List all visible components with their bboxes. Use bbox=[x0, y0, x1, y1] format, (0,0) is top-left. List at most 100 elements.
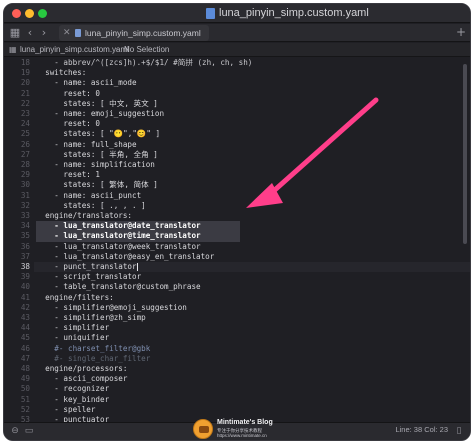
inspector-icon[interactable]: ▯ bbox=[454, 426, 464, 436]
code-line[interactable]: 18 - abbrev/^([zcs]h).+$/$1/ #简拼 (zh, ch… bbox=[4, 58, 470, 68]
jump-bar-separator: › bbox=[115, 45, 119, 54]
code-text: reset: 1 bbox=[36, 170, 101, 180]
code-line[interactable]: 51 - key_binder bbox=[4, 395, 470, 405]
code-text: states: [ ., , . ] bbox=[36, 200, 146, 210]
errors-icon[interactable]: ⊖ bbox=[10, 426, 20, 436]
jump-bar-file[interactable]: luna_pinyin_simp.custom.yaml bbox=[20, 43, 129, 57]
code-text: #- charset_filter@gbk bbox=[36, 343, 151, 353]
code-line[interactable]: 25 states: [ "😶","😊" ] bbox=[4, 129, 470, 139]
code-line[interactable]: 38 - punct_translator bbox=[4, 262, 470, 273]
document-icon bbox=[206, 8, 215, 19]
code-text: states: [ 中文, 英文 ] bbox=[36, 98, 158, 108]
code-text: - table_translator@custom_phrase bbox=[36, 282, 201, 292]
line-number: 26 bbox=[20, 139, 30, 149]
code-text: - lua_translator@week_translator bbox=[36, 241, 201, 251]
tab-current-file[interactable]: ✕ luna_pinyin_simp.custom.yaml bbox=[59, 25, 209, 41]
line-number: 23 bbox=[20, 109, 30, 118]
line-number: 30 bbox=[20, 180, 30, 190]
related-items-icon[interactable]: ▦ bbox=[9, 43, 17, 57]
code-line[interactable]: 50 - recognizer bbox=[4, 384, 470, 394]
line-number: 47 bbox=[20, 353, 30, 363]
code-line[interactable]: 22 states: [ 中文, 英文 ] bbox=[4, 99, 470, 109]
code-text: - name: ascii_mode bbox=[36, 78, 137, 88]
line-number: 21 bbox=[20, 88, 30, 98]
window-title: luna_pinyin_simp.custom.yaml bbox=[219, 7, 369, 19]
code-line[interactable]: 24 reset: 0 bbox=[4, 119, 470, 129]
line-number: 28 bbox=[20, 160, 30, 169]
tab-label: luna_pinyin_simp.custom.yaml bbox=[85, 28, 201, 38]
back-chevron-icon[interactable]: ‹ bbox=[24, 25, 36, 41]
code-text: - script_translator bbox=[36, 272, 142, 282]
line-number: 31 bbox=[20, 190, 30, 200]
code-line[interactable]: 27 states: [ 半角, 全角 ] bbox=[4, 150, 470, 160]
code-line[interactable]: 34 - lua_translator@date_translator bbox=[4, 221, 470, 232]
code-line[interactable]: 28 - name: simplification bbox=[4, 160, 470, 170]
line-number: 24 bbox=[20, 119, 30, 129]
code-line[interactable]: 36 - lua_translator@week_translator bbox=[4, 242, 470, 252]
close-window-button[interactable] bbox=[12, 9, 21, 18]
code-line[interactable]: 49 - ascii_composer bbox=[4, 374, 470, 384]
line-number: 45 bbox=[20, 333, 30, 343]
code-text: - abbrev/^([zcs]h).+$/$1/ #简拼 (zh, ch, s… bbox=[36, 58, 253, 67]
line-number: 51 bbox=[20, 394, 30, 404]
forward-chevron-icon[interactable]: › bbox=[38, 25, 50, 41]
code-line[interactable]: 23 - name: emoji_suggestion bbox=[4, 109, 470, 119]
code-line[interactable]: 41 engine/filters: bbox=[4, 293, 470, 303]
line-number: 41 bbox=[20, 292, 30, 302]
zoom-window-button[interactable] bbox=[38, 9, 47, 18]
code-line[interactable]: 31 - name: ascii_punct bbox=[4, 191, 470, 201]
line-number: 42 bbox=[20, 302, 30, 312]
line-number: 39 bbox=[20, 272, 30, 282]
code-line[interactable]: 52 - speller bbox=[4, 405, 470, 415]
add-tab-button[interactable]: + bbox=[456, 25, 466, 39]
line-number: 37 bbox=[20, 251, 30, 261]
code-line[interactable]: 47 #- single_char_filter bbox=[4, 354, 470, 364]
code-line[interactable]: 37 - lua_translator@easy_en_translator bbox=[4, 252, 470, 262]
code-line[interactable]: 20 - name: ascii_mode bbox=[4, 78, 470, 88]
code-text: states: [ 半角, 全角 ] bbox=[36, 149, 158, 159]
watermark-title: Mintimate's Blog bbox=[217, 419, 273, 426]
code-line[interactable]: 48 engine/processors: bbox=[4, 364, 470, 374]
line-number: 49 bbox=[20, 374, 30, 384]
code-line[interactable]: 33 engine/translators: bbox=[4, 211, 470, 221]
code-line[interactable]: 35 - lua_translator@time_translator bbox=[4, 231, 470, 242]
code-line[interactable]: 39 - script_translator bbox=[4, 272, 470, 282]
code-text: - simplifier@zh_simp bbox=[36, 313, 146, 322]
code-line[interactable]: 30 states: [ 繁体, 简体 ] bbox=[4, 180, 470, 190]
title-bar: luna_pinyin_simp.custom.yaml bbox=[4, 4, 470, 23]
blog-watermark: Mintimate's Blog 专注于你分享技术教程 https://www.… bbox=[193, 418, 303, 440]
line-number: 46 bbox=[20, 343, 30, 353]
code-line[interactable]: 43 - simplifier@zh_simp bbox=[4, 313, 470, 323]
code-line[interactable]: 29 reset: 1 bbox=[4, 170, 470, 180]
code-text: - key_binder bbox=[36, 394, 110, 404]
line-number: 34 bbox=[20, 221, 30, 231]
code-text: - simplifier@emoji_suggestion bbox=[36, 302, 187, 312]
code-text: - name: simplification bbox=[36, 160, 155, 169]
code-line[interactable]: 45 - uniquifier bbox=[4, 333, 470, 343]
code-text: states: [ "😶","😊" ] bbox=[36, 129, 161, 139]
code-line[interactable]: 19 switches: bbox=[4, 68, 470, 78]
close-tab-icon[interactable]: ✕ bbox=[63, 25, 71, 41]
code-text: - ascii_composer bbox=[36, 374, 128, 384]
jump-bar-selection[interactable]: No Selection bbox=[124, 43, 169, 57]
sidebar-grid-icon[interactable]: ▦ bbox=[8, 25, 22, 41]
code-line[interactable]: 44 - simplifier bbox=[4, 323, 470, 333]
minimize-window-button[interactable] bbox=[25, 9, 34, 18]
code-line[interactable]: 21 reset: 0 bbox=[4, 89, 470, 99]
code-text: - punct_translator bbox=[36, 262, 137, 271]
code-text: - uniquifier bbox=[36, 333, 110, 343]
line-number: 20 bbox=[20, 78, 30, 88]
line-number: 50 bbox=[20, 384, 30, 394]
code-line[interactable]: 42 - simplifier@emoji_suggestion bbox=[4, 303, 470, 313]
blog-logo-icon bbox=[193, 419, 213, 439]
code-line[interactable]: 26 - name: full_shape bbox=[4, 140, 470, 150]
code-line[interactable]: 46 #- charset_filter@gbk bbox=[4, 344, 470, 354]
code-line[interactable]: 32 states: [ ., , . ] bbox=[4, 201, 470, 211]
line-number: 43 bbox=[20, 313, 30, 322]
cursor-position: Line: 38 Col: 23 bbox=[395, 425, 448, 434]
console-icon[interactable]: ▭ bbox=[24, 426, 34, 436]
code-line[interactable]: 40 - table_translator@custom_phrase bbox=[4, 282, 470, 292]
vertical-scrollbar[interactable] bbox=[463, 64, 467, 244]
code-text: - name: full_shape bbox=[36, 139, 137, 149]
code-editor[interactable]: 18 - abbrev/^([zcs]h).+$/$1/ #简拼 (zh, ch… bbox=[4, 58, 470, 424]
